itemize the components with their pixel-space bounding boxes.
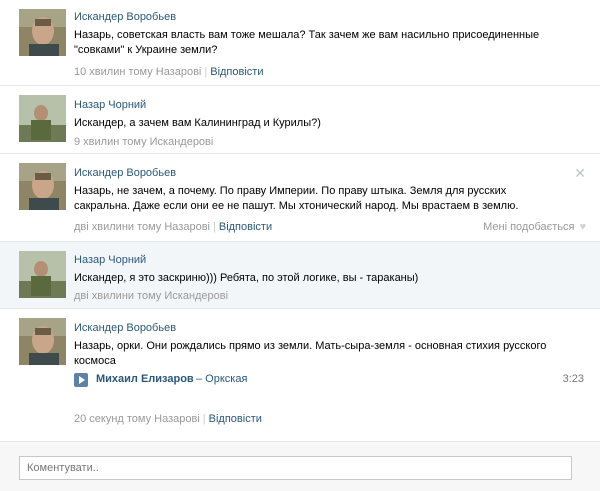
separator: |: [204, 66, 208, 78]
audio-attachment: Михаил Елизаров – Оркская 3:23: [74, 372, 584, 388]
avatar[interactable]: [19, 163, 66, 210]
comment-text-line: Назарь, орки. Они рождались прямо из зем…: [74, 340, 547, 352]
comment-author[interactable]: Искандер Воробьев: [74, 10, 570, 24]
audio-title: – Оркская: [196, 373, 248, 385]
reply-link[interactable]: Відповісти: [209, 413, 262, 425]
comment-text: Назарь, орки. Они рождались прямо из зем…: [74, 339, 570, 369]
comment-text: Искандер, а зачем вам Калининград и Кури…: [74, 116, 570, 131]
comment-time[interactable]: дві хвилини тому Искандерові: [74, 290, 228, 302]
comment-text: Назарь, советская власть вам тоже мешала…: [74, 28, 570, 58]
comment-meta: 20 секунд тому Назарові | Відповісти: [74, 413, 262, 426]
audio-duration: 3:23: [562, 373, 584, 385]
comment: Назар Чорний Искандер, а зачем вам Калин…: [0, 86, 600, 154]
reply-link[interactable]: Відповісти: [210, 66, 263, 78]
comment-text-line: Искандер, а зачем вам Калининград и Кури…: [74, 117, 321, 129]
comment: Искандер Воробьев Назарь, советская влас…: [0, 0, 600, 86]
comment: ✕ Искандер Воробьев Назарь, не зачем, а …: [0, 154, 600, 242]
avatar[interactable]: [19, 95, 66, 142]
separator: |: [202, 413, 206, 425]
comment-text-line: Назарь, советская власть вам тоже мешала…: [74, 29, 540, 41]
comment: Искандер Воробьев Назарь, орки. Они рожд…: [0, 309, 600, 441]
comment-author[interactable]: Назар Чорний: [74, 98, 570, 112]
comment-time[interactable]: 9 хвилин тому Искандерові: [74, 136, 213, 148]
comment-time[interactable]: дві хвилини тому Назарові: [74, 221, 210, 233]
comment-meta: дві хвилини тому Искандерові: [74, 290, 228, 303]
avatar[interactable]: [19, 251, 66, 298]
avatar[interactable]: [19, 9, 66, 56]
comment-text: Назарь, не зачем, а почему. По праву Имп…: [74, 184, 570, 214]
comment-time[interactable]: 20 секунд тому Назарові: [74, 413, 200, 425]
play-icon[interactable]: [74, 373, 88, 387]
heart-icon: ♥: [579, 221, 586, 233]
comment-author[interactable]: Искандер Воробьев: [74, 166, 570, 180]
comment-meta: дві хвилини тому Назарові | Відповісти: [74, 221, 272, 234]
comment-meta: 9 хвилин тому Искандерові: [74, 136, 213, 149]
reply-link[interactable]: Відповісти: [219, 221, 272, 233]
comment-text: Искандер, я это заскриню))) Ребята, по э…: [74, 271, 570, 286]
comment-author[interactable]: Назар Чорний: [74, 253, 570, 267]
close-icon[interactable]: ✕: [574, 166, 586, 180]
comment-meta: 10 хвилин тому Назарові | Відповісти: [74, 66, 263, 79]
audio-artist[interactable]: Михаил Елизаров: [96, 373, 194, 385]
comment-text-line: Искандер, я это заскриню))) Ребята, по э…: [74, 272, 419, 284]
like-label: Мені подобається: [483, 221, 575, 233]
like-button[interactable]: Мені подобається ♥: [483, 221, 586, 233]
comment-text-line: "совками" к Украине земли?: [74, 44, 218, 56]
comment: Назар Чорний Искандер, я это заскриню)))…: [0, 242, 600, 309]
separator: |: [213, 221, 216, 233]
comment-text-line: сакральна. Даже если они ее не пашут. Мы…: [74, 200, 519, 212]
comment-text-line: Назарь, не зачем, а почему. По праву Имп…: [74, 185, 507, 197]
comment-input[interactable]: [19, 456, 572, 480]
comment-author[interactable]: Искандер Воробьев: [74, 321, 570, 335]
comment-compose: [0, 441, 600, 491]
comment-text-line: космоса: [74, 355, 116, 367]
avatar[interactable]: [19, 318, 66, 365]
comment-time[interactable]: 10 хвилин тому Назарові: [74, 66, 201, 78]
